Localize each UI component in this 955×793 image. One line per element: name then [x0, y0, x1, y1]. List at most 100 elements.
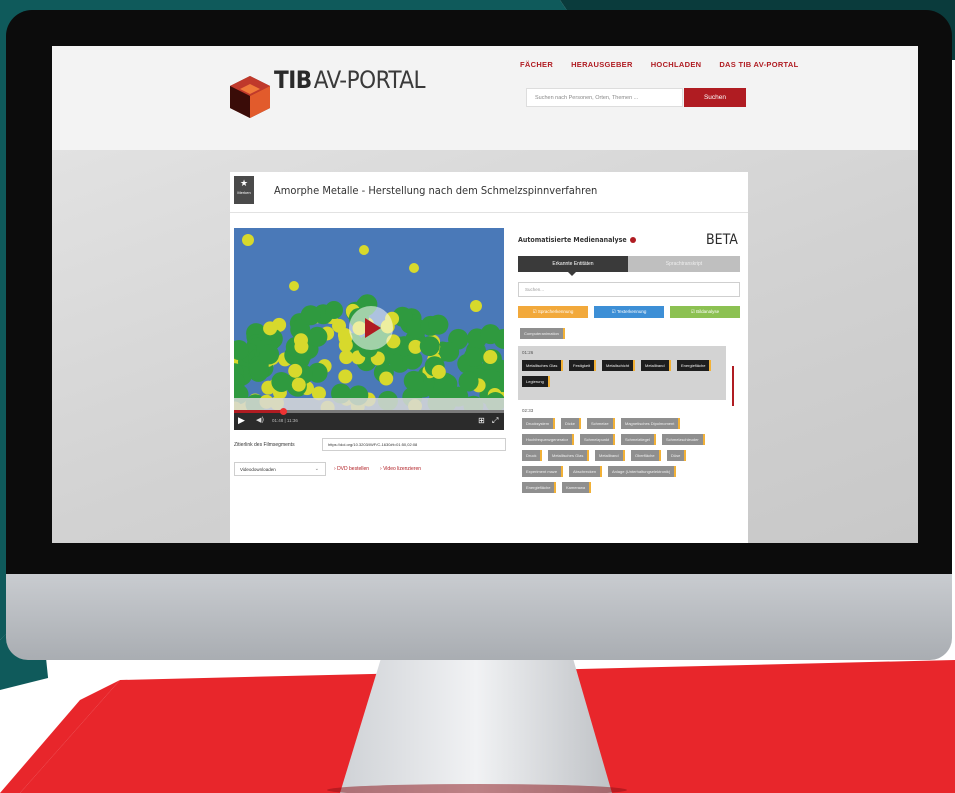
- group-timestamp: 01:26: [522, 350, 534, 355]
- ball: [294, 339, 309, 354]
- nav-herausgeber[interactable]: HERAUSGEBER: [571, 60, 633, 69]
- entity-tag[interactable]: Oberfläche: [631, 450, 661, 461]
- segment-bar: [234, 398, 504, 410]
- ball: [379, 371, 394, 386]
- ball: [403, 370, 424, 391]
- ball: [463, 346, 484, 367]
- page-title: Amorphe Metalle - Herstellung nach dem S…: [274, 184, 598, 197]
- filter-label: Bildanalyse: [696, 309, 720, 314]
- entity-tag[interactable]: Druck: [522, 450, 543, 461]
- entity-tag[interactable]: Metallschicht: [602, 360, 636, 371]
- ball: [259, 344, 280, 365]
- entity-tag[interactable]: Experiment maze: [522, 466, 564, 477]
- ball: [409, 263, 419, 273]
- ball: [271, 371, 292, 392]
- entity-tag[interactable]: Kamerawa: [562, 482, 592, 493]
- video-controls: ▶ ◀) 01:48 | 11:36 ⊞ ⤢: [234, 408, 504, 430]
- entity-tag[interactable]: Metallisches Glas: [522, 360, 564, 371]
- entity-tag[interactable]: Düse: [667, 450, 687, 461]
- ball: [325, 301, 343, 319]
- analysis-search-input[interactable]: Suchen...: [518, 282, 740, 297]
- star-icon: ★: [239, 178, 249, 188]
- nav-faecher[interactable]: FÄCHER: [520, 60, 553, 69]
- entity-tag[interactable]: Drucksystem: [522, 418, 556, 429]
- filter-spracherkennung[interactable]: ☑ Spracherkennung: [518, 306, 588, 318]
- download-select-value: Videodownloaden: [240, 467, 276, 472]
- search-button[interactable]: Suchen: [684, 88, 746, 107]
- chevron-down-icon: ⌄: [314, 466, 319, 472]
- entity-tag[interactable]: Metallisches Glas: [548, 450, 590, 461]
- filter-bildanalyse[interactable]: ☑ Bildanalyse: [670, 306, 740, 318]
- entity-tag[interactable]: Legierung: [522, 376, 550, 387]
- ball: [289, 281, 299, 291]
- screen: TIBAV-PORTAL FÄCHER HERAUSGEBER HOCHLADE…: [52, 46, 918, 543]
- analysis-title-text: Automatisierte Medienanalyse: [518, 236, 627, 244]
- ball: [439, 341, 460, 362]
- video-frame: [234, 234, 504, 410]
- site-logo[interactable]: TIBAV-PORTAL: [274, 66, 425, 94]
- video-player[interactable]: [234, 228, 504, 410]
- tab-sprachtranskript[interactable]: Sprachtranskript: [628, 256, 740, 272]
- entity-tag[interactable]: Computeranimation: [520, 328, 565, 339]
- ball: [359, 245, 369, 255]
- entity-tag[interactable]: Hochfrequenzgenerator: [522, 434, 575, 445]
- monitor-chin: [6, 574, 952, 660]
- play-icon[interactable]: ▶: [238, 416, 245, 426]
- analysis-title: Automatisierte Medienanalyse: [518, 236, 636, 244]
- ball: [300, 305, 321, 326]
- filter-label: Texterkennung: [616, 309, 647, 314]
- entity-tag[interactable]: Magnetisches Dipolmoment: [621, 418, 681, 429]
- fullscreen-icon[interactable]: ⤢: [492, 416, 498, 426]
- content-panel: ★ Merken Amorphe Metalle - Herstellung n…: [230, 172, 748, 543]
- main-nav: FÄCHER HERAUSGEBER HOCHLADEN DAS TIB AV-…: [520, 60, 798, 69]
- entity-tag[interactable]: Schmelztiegel: [621, 434, 656, 445]
- order-dvd-label: DVD bestellen: [337, 466, 370, 472]
- merken-button[interactable]: ★ Merken: [234, 176, 254, 204]
- volume-icon[interactable]: ◀): [256, 416, 264, 424]
- ball: [332, 318, 347, 333]
- entity-tag[interactable]: Schmelzpunkt: [580, 434, 616, 445]
- entity-tag[interactable]: Schmelze: [587, 418, 615, 429]
- download-select[interactable]: Videodownloaden ⌄: [234, 462, 326, 476]
- search-input[interactable]: Suchen nach Personen, Orten, Themen ...: [526, 88, 683, 107]
- entity-tag[interactable]: Anlage (Unterhaltungselektronik): [608, 466, 677, 477]
- filter-texterkennung[interactable]: ☑ Texterkennung: [594, 306, 664, 318]
- entity-tag[interactable]: Energiefläche: [522, 482, 557, 493]
- ball: [483, 350, 498, 365]
- scrollbar-thumb[interactable]: [732, 366, 734, 406]
- site-header: TIBAV-PORTAL FÄCHER HERAUSGEBER HOCHLADE…: [52, 46, 918, 150]
- progress-handle[interactable]: [279, 408, 287, 415]
- entity-tag[interactable]: Festigkeit: [569, 360, 597, 371]
- entity-tag[interactable]: Metallband: [641, 360, 671, 371]
- entity-tag[interactable]: Energiefläche: [677, 360, 712, 371]
- ball: [338, 369, 353, 384]
- ball: [470, 300, 482, 312]
- info-icon[interactable]: [629, 237, 636, 243]
- highlighted-group: [518, 346, 726, 400]
- entity-tag[interactable]: Abschrecken: [569, 466, 603, 477]
- nav-das-tib-av-portal[interactable]: DAS TIB AV-PORTAL: [719, 60, 798, 69]
- logo-cube-icon[interactable]: [228, 74, 272, 120]
- add-segment-icon[interactable]: ⊞: [478, 416, 485, 425]
- ball: [263, 321, 278, 336]
- logo-bold: TIB: [274, 66, 312, 94]
- logo-rest: AV-PORTAL: [313, 66, 426, 94]
- ball: [431, 364, 446, 379]
- ball: [480, 324, 501, 345]
- entity-tag[interactable]: Dicke: [561, 418, 582, 429]
- ball: [339, 350, 354, 365]
- progress-bar[interactable]: [234, 408, 504, 415]
- order-dvd-link[interactable]: › DVD bestellen: [334, 466, 369, 472]
- ball: [288, 363, 303, 378]
- progress-fill: [234, 410, 283, 413]
- time-display: 01:48 | 11:36: [272, 418, 298, 423]
- ball: [458, 371, 479, 392]
- entity-tag[interactable]: Metallband: [595, 450, 625, 461]
- divider: [230, 212, 748, 213]
- nav-hochladen[interactable]: HOCHLADEN: [651, 60, 702, 69]
- entity-tag[interactable]: Schmelzschleuder: [662, 434, 705, 445]
- beta-label: BETA: [706, 232, 738, 248]
- tab-erkannte-entitaeten[interactable]: Erkannte Entitäten: [518, 256, 628, 276]
- license-video-link[interactable]: › Video lizenzieren: [380, 466, 421, 472]
- cite-link-field[interactable]: https://doi.org/10.3203/IWF/C-1630#t=01:…: [322, 438, 506, 451]
